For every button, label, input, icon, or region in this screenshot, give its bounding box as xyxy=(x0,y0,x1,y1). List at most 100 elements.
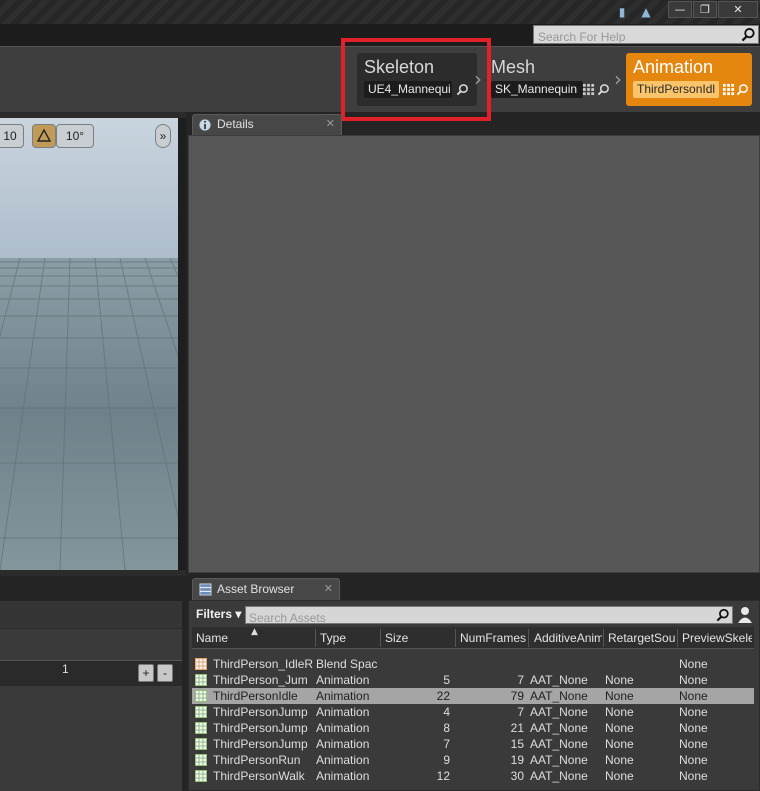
table-row[interactable]: ThirdPersonWalk Animation 12 30 AAT_None None… xyxy=(192,768,754,784)
add-button[interactable]: + xyxy=(138,664,154,682)
viewport-floor xyxy=(0,257,178,570)
asset-preview-skeleton: None xyxy=(679,721,708,735)
asset-name: ThirdPersonIdle xyxy=(213,689,298,703)
mesh-mode-button[interactable]: Mesh SK_Mannequin xyxy=(484,53,614,106)
graduation-cap-icon[interactable]: ▲ xyxy=(638,4,654,20)
column-separator[interactable] xyxy=(315,629,316,647)
maximize-button[interactable]: ❐ xyxy=(693,1,717,18)
asset-name: ThirdPerson_IdleR xyxy=(213,657,313,671)
table-row[interactable]: ThirdPersonJump Animation 7 15 AAT_None None N… xyxy=(192,736,754,752)
asset-preview-skeleton: None xyxy=(679,769,708,783)
animation-asset-icon xyxy=(195,674,207,686)
table-row[interactable]: ThirdPersonJump Animation 8 21 AAT_None None N… xyxy=(192,720,754,736)
floor-grid xyxy=(0,257,178,570)
asset-retarget: None xyxy=(605,737,634,751)
help-search-box[interactable] xyxy=(533,25,759,46)
viewport-splitter[interactable] xyxy=(178,118,186,570)
asset-size: 7 xyxy=(443,737,450,751)
table-row[interactable]: ThirdPersonIdle Animation 22 79 AAT_None None… xyxy=(192,688,754,704)
asset-type: Animation xyxy=(316,721,370,735)
remove-button[interactable]: - xyxy=(157,664,173,682)
asset-search-input[interactable] xyxy=(246,610,706,626)
rotation-snap-dropdown[interactable]: 10° xyxy=(56,124,94,148)
grid-size-dropdown[interactable]: 10 xyxy=(0,124,24,148)
column-header-retarget[interactable]: RetargetSou xyxy=(608,631,676,645)
bottom-left-panel xyxy=(0,601,182,791)
asset-preview-skeleton: None xyxy=(679,705,708,719)
column-separator[interactable] xyxy=(528,629,529,647)
column-header-size[interactable]: Size xyxy=(385,631,445,645)
search-icon[interactable] xyxy=(741,27,756,42)
asset-preview-skeleton: None xyxy=(679,673,708,687)
rotate-snap-icon xyxy=(36,128,52,142)
animation-asset-picker[interactable]: ThirdPersonIdl xyxy=(633,81,719,98)
mesh-mode-title: Mesh xyxy=(491,57,536,77)
chevron-down-icon: ▾ xyxy=(235,607,242,621)
animation-asset-icon xyxy=(195,706,207,718)
rotation-snap-toggle[interactable] xyxy=(32,124,56,148)
asset-size: 4 xyxy=(443,705,450,719)
asset-additive: AAT_None xyxy=(530,705,588,719)
asset-size: 8 xyxy=(443,721,450,735)
animation-asset-icon xyxy=(195,690,207,702)
persona-editor-window: ▮ ▲ — ❐ ✕ Skeleton UE4_Mannequi › Mesh S… xyxy=(0,0,760,791)
asset-name: ThirdPersonJump xyxy=(213,705,308,719)
asset-additive: AAT_None xyxy=(530,737,588,751)
table-row[interactable]: ThirdPersonJump Animation 4 7 AAT_None None No… xyxy=(192,704,754,720)
column-header-type[interactable]: Type xyxy=(320,631,380,645)
asset-preview-skeleton: None xyxy=(679,657,708,671)
asset-type: Animation xyxy=(316,689,370,703)
column-header-numframes[interactable]: NumFrames xyxy=(460,631,526,645)
grid-icon[interactable] xyxy=(722,83,735,96)
asset-table-header: ▲ Name Type Size NumFrames AdditiveAnim … xyxy=(192,627,754,649)
close-tab-icon[interactable]: ✕ xyxy=(326,117,335,130)
asset-type: Animation xyxy=(316,705,370,719)
table-row[interactable]: ThirdPersonRun Animation 9 19 AAT_None None No… xyxy=(192,752,754,768)
mesh-asset-picker[interactable]: SK_Mannequin xyxy=(491,81,583,98)
asset-size: 9 xyxy=(443,753,450,767)
user-icon[interactable] xyxy=(737,606,753,624)
grid-icon[interactable] xyxy=(582,83,595,96)
close-window-button[interactable]: ✕ xyxy=(718,1,758,18)
details-tab[interactable]: Details ✕ xyxy=(192,114,342,135)
asset-retarget: None xyxy=(605,753,634,767)
frame-counter: 1 xyxy=(62,662,69,676)
asset-name: ThirdPersonRun xyxy=(213,753,301,767)
asset-numframes: 30 xyxy=(510,769,524,783)
annotation-highlight-box xyxy=(341,38,491,121)
help-search-input[interactable] xyxy=(534,28,734,46)
column-header-additive[interactable]: AdditiveAnim xyxy=(534,631,602,645)
filters-dropdown[interactable]: Filters ▾ xyxy=(196,607,241,621)
asset-table: ▲ Name Type Size NumFrames AdditiveAnim … xyxy=(192,627,754,784)
animation-mode-button[interactable]: Animation ThirdPersonIdl xyxy=(626,53,752,106)
asset-type: Animation xyxy=(316,737,370,751)
find-in-browser-icon[interactable] xyxy=(736,83,749,96)
minimize-button[interactable]: — xyxy=(668,1,692,18)
asset-browser-tab[interactable]: Asset Browser ✕ xyxy=(192,578,340,600)
column-separator[interactable] xyxy=(603,629,604,647)
column-header-name[interactable]: Name xyxy=(196,631,316,645)
viewport-options-button[interactable]: » xyxy=(155,124,171,148)
asset-search-box[interactable] xyxy=(245,606,733,626)
asset-additive: AAT_None xyxy=(530,673,588,687)
chat-bubble-icon[interactable]: ▮ xyxy=(614,4,630,20)
table-row[interactable]: ThirdPerson_IdleR Blend Spac None xyxy=(192,656,754,672)
asset-browser-icon xyxy=(199,583,212,596)
table-row[interactable]: ThirdPerson_Jum Animation 5 7 AAT_None None No… xyxy=(192,672,754,688)
column-separator[interactable] xyxy=(677,629,678,647)
column-separator[interactable] xyxy=(455,629,456,647)
asset-additive: AAT_None xyxy=(530,769,588,783)
column-header-preview[interactable]: PreviewSkele xyxy=(682,631,752,645)
close-tab-icon[interactable]: ✕ xyxy=(324,582,333,595)
asset-numframes: 21 xyxy=(510,721,524,735)
column-separator[interactable] xyxy=(380,629,381,647)
search-icon[interactable] xyxy=(716,608,730,622)
details-panel xyxy=(188,135,760,573)
asset-retarget: None xyxy=(605,769,634,783)
bottom-left-header xyxy=(0,601,182,629)
3d-viewport[interactable]: 10 10° » xyxy=(0,118,178,570)
chevron-right-icon: › xyxy=(614,67,622,91)
animation-asset-icon xyxy=(195,770,207,782)
asset-type: Animation xyxy=(316,673,370,687)
find-in-browser-icon[interactable] xyxy=(597,83,610,96)
